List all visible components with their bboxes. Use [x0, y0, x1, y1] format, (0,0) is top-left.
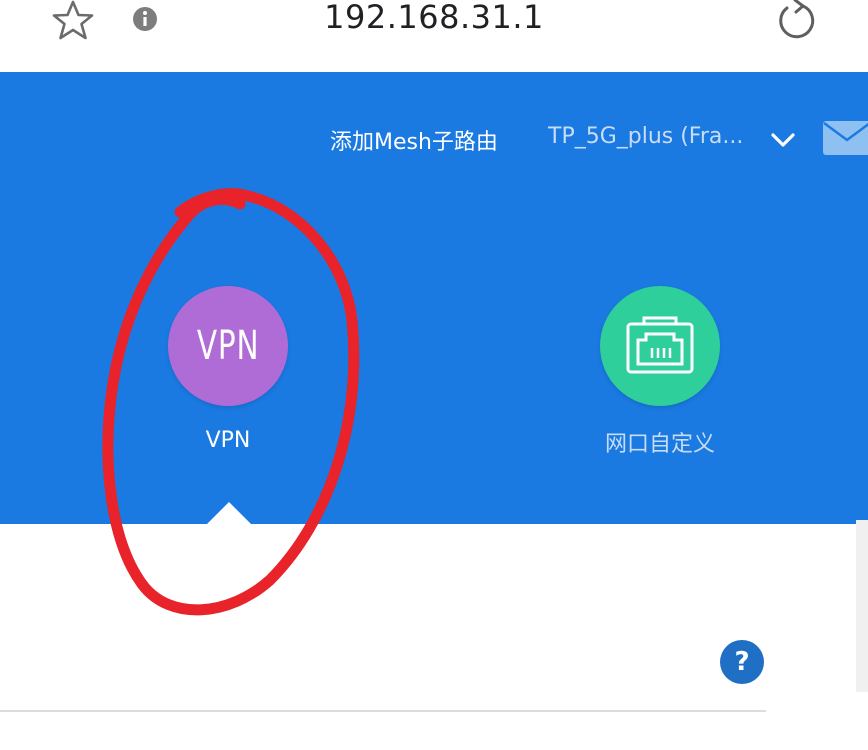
- vpn-app-tile[interactable]: VPN VPN: [158, 286, 298, 453]
- ethernet-port-icon: [626, 316, 694, 374]
- page: 192.168.31.1 添加Mesh子路由 TP_5G_plus (Fra..…: [0, 0, 868, 750]
- network-selector[interactable]: TP_5G_plus (Fra...: [548, 124, 743, 149]
- router-header: 添加Mesh子路由 TP_5G_plus (Fra... VPN VPN 网口自…: [0, 72, 868, 526]
- reload-icon[interactable]: [773, 0, 819, 42]
- browser-address-bar: 192.168.31.1: [0, 0, 868, 72]
- vpn-icon-text: VPN: [196, 323, 260, 369]
- chevron-down-icon[interactable]: [770, 130, 796, 150]
- port-custom-app-tile[interactable]: 网口自定义: [580, 286, 740, 458]
- help-button[interactable]: ?: [720, 640, 764, 684]
- add-mesh-subrouter-link[interactable]: 添加Mesh子路由: [330, 124, 498, 156]
- port-custom-label: 网口自定义: [604, 432, 715, 457]
- url-text[interactable]: 192.168.31.1: [0, 0, 868, 36]
- divider: [0, 710, 766, 712]
- mail-icon[interactable]: [822, 120, 868, 156]
- scrollbar[interactable]: [856, 520, 868, 692]
- port-custom-circle[interactable]: [600, 286, 720, 406]
- vpn-icon[interactable]: VPN: [168, 286, 288, 406]
- vpn-label: VPN: [205, 428, 251, 453]
- selected-pointer: [205, 502, 253, 526]
